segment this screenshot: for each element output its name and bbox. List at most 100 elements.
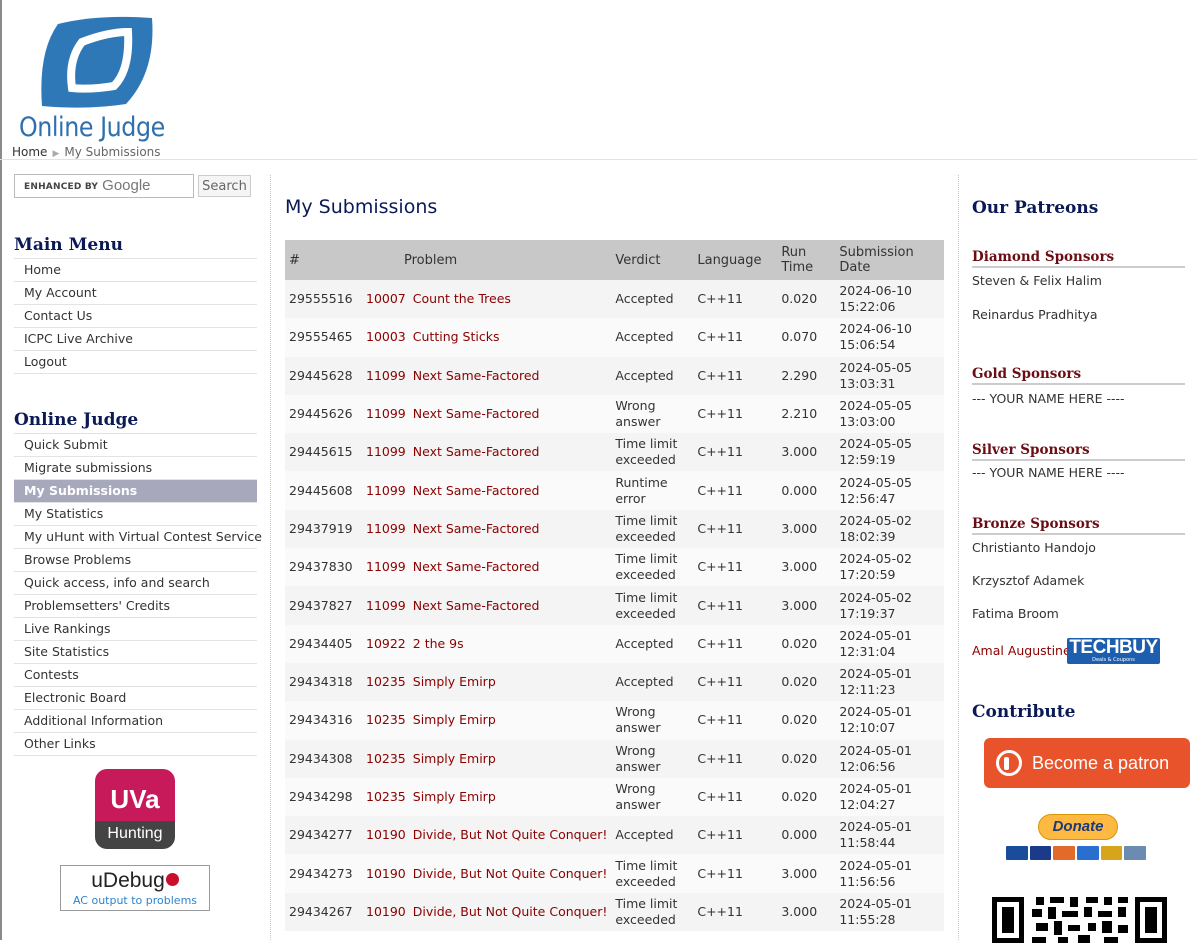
- submission-date: 2024-06-10 15:22:06: [835, 280, 944, 319]
- problem-name[interactable]: Simply Emirp: [413, 674, 496, 689]
- search-button[interactable]: Search: [198, 175, 251, 197]
- menu-item-electronic-board[interactable]: Electronic Board: [14, 687, 257, 710]
- problem-link[interactable]: 10007 Count the Trees: [362, 280, 612, 319]
- search-input[interactable]: ENHANCED BY Google: [14, 174, 194, 198]
- problem-name[interactable]: Divide, But Not Quite Conquer!: [413, 827, 608, 842]
- submission-date: 2024-05-05 13:03:31: [835, 356, 944, 395]
- problem-id[interactable]: 10235: [366, 789, 406, 804]
- menu-item-my-statistics[interactable]: My Statistics: [14, 503, 257, 526]
- submission-date-time: 12:10:07: [839, 720, 896, 736]
- problem-id[interactable]: 10235: [366, 751, 406, 766]
- problem-name[interactable]: Simply Emirp: [413, 789, 496, 804]
- problem-id[interactable]: 10003: [366, 329, 406, 344]
- problem-link[interactable]: 10003 Cutting Sticks: [362, 318, 612, 357]
- problem-link[interactable]: 10235 Simply Emirp: [362, 701, 612, 740]
- menu-item-logout[interactable]: Logout: [14, 351, 257, 374]
- problem-link[interactable]: 11099 Next Same-Factored: [362, 356, 612, 395]
- problem-link[interactable]: 10922 2 the 9s: [362, 624, 612, 663]
- submission-date: 2024-05-01 12:10:07: [835, 701, 944, 740]
- become-patron-button[interactable]: Become a patron: [984, 738, 1190, 788]
- problem-name[interactable]: Divide, But Not Quite Conquer!: [413, 866, 608, 881]
- problem-name[interactable]: Simply Emirp: [413, 712, 496, 727]
- problem-link[interactable]: 10235 Simply Emirp: [362, 662, 612, 702]
- table-header-row: # Problem Verdict Language Run Time Subm…: [285, 240, 944, 280]
- problem-id[interactable]: 10007: [366, 291, 406, 306]
- problem-name[interactable]: Simply Emirp: [413, 751, 496, 766]
- menu-item-icpc-live-archive[interactable]: ICPC Live Archive: [14, 328, 257, 351]
- menu-item-live-rankings[interactable]: Live Rankings: [14, 618, 257, 641]
- problem-id[interactable]: 10235: [366, 712, 406, 727]
- table-row: 29434316 10235 Simply Emirp Wrong answer C++…: [285, 701, 944, 740]
- problem-link[interactable]: 11099 Next Same-Factored: [362, 586, 612, 625]
- problem-name[interactable]: Count the Trees: [413, 291, 511, 306]
- menu-item-other-links[interactable]: Other Links: [14, 733, 257, 756]
- problem-name[interactable]: Next Same-Factored: [413, 483, 540, 498]
- submission-date-time: 11:55:28: [839, 911, 896, 927]
- online-judge-logo-icon[interactable]: [38, 12, 158, 112]
- menu-item-my-submissions[interactable]: My Submissions: [14, 480, 257, 503]
- problem-id[interactable]: 11099: [366, 406, 406, 421]
- problem-name[interactable]: 2 the 9s: [413, 636, 464, 651]
- problem-name[interactable]: Next Same-Factored: [413, 444, 540, 459]
- problem-id[interactable]: 10190: [366, 904, 406, 919]
- problem-id[interactable]: 11099: [366, 444, 406, 459]
- problem-id[interactable]: 10235: [366, 674, 406, 689]
- menu-item-my-uhunt-with-virtual-contest-service[interactable]: My uHunt with Virtual Contest Service: [14, 526, 262, 549]
- problem-name[interactable]: Cutting Sticks: [413, 329, 500, 344]
- menu-item-home[interactable]: Home: [14, 259, 257, 282]
- problem-name[interactable]: Divide, But Not Quite Conquer!: [413, 904, 608, 919]
- verdict: Accepted: [611, 662, 694, 702]
- submission-date: 2024-05-02 18:02:39: [835, 509, 944, 549]
- menu-item-contact-us[interactable]: Contact Us: [14, 305, 257, 328]
- problem-id[interactable]: 11099: [366, 559, 406, 574]
- problem-link[interactable]: 11099 Next Same-Factored: [362, 394, 612, 434]
- menu-item-problemsetters-credits[interactable]: Problemsetters' Credits: [14, 595, 257, 618]
- submission-date: 2024-05-01 12:06:56: [835, 739, 944, 778]
- problem-id[interactable]: 10190: [366, 827, 406, 842]
- menu-item-additional-information[interactable]: Additional Information: [14, 710, 257, 733]
- problem-link[interactable]: 11099 Next Same-Factored: [362, 509, 612, 549]
- problem-name[interactable]: Next Same-Factored: [413, 406, 540, 421]
- menu-item-my-account[interactable]: My Account: [14, 282, 257, 305]
- language: C++11: [693, 548, 778, 587]
- udebug-badge[interactable]: uDebug AC output to problems: [60, 865, 210, 911]
- submission-date-time: 12:04:27: [839, 797, 896, 812]
- breadcrumb-separator-icon: ▶: [52, 149, 60, 159]
- problem-link[interactable]: 10190 Divide, But Not Quite Conquer!: [362, 816, 612, 855]
- problem-name[interactable]: Next Same-Factored: [413, 368, 540, 383]
- submission-date-time: 13:03:00: [839, 414, 896, 430]
- verdict: Time limit exceeded: [611, 548, 694, 587]
- problem-name[interactable]: Next Same-Factored: [413, 521, 540, 536]
- menu-item-browse-problems[interactable]: Browse Problems: [14, 549, 257, 572]
- menu-item-quick-submit[interactable]: Quick Submit: [14, 434, 257, 457]
- verdict: Time limit exceeded: [611, 586, 694, 625]
- menu-item-migrate-submissions[interactable]: Migrate submissions: [14, 457, 257, 480]
- techbuy-logo[interactable]: TECHBUY Deals & Coupons: [1067, 638, 1160, 664]
- problem-name[interactable]: Next Same-Factored: [413, 559, 540, 574]
- problem-id[interactable]: 10190: [366, 866, 406, 881]
- problem-id[interactable]: 11099: [366, 521, 406, 536]
- problem-link[interactable]: 11099 Next Same-Factored: [362, 548, 612, 587]
- submission-date: 2024-05-01 11:58:44: [835, 816, 944, 855]
- menu-item-quick-access-info-and-search[interactable]: Quick access, info and search: [14, 572, 257, 595]
- problem-link[interactable]: 10190 Divide, But Not Quite Conquer!: [362, 854, 612, 893]
- problem-name[interactable]: Next Same-Factored: [413, 598, 540, 613]
- problem-id[interactable]: 10922: [366, 636, 406, 651]
- problem-id[interactable]: 11099: [366, 598, 406, 613]
- paypal-donate-button[interactable]: Donate: [1038, 814, 1118, 840]
- problem-link[interactable]: 11099 Next Same-Factored: [362, 433, 612, 472]
- menu-item-site-statistics[interactable]: Site Statistics: [14, 641, 257, 664]
- problem-id[interactable]: 11099: [366, 368, 406, 383]
- problem-link[interactable]: 10235 Simply Emirp: [362, 739, 612, 778]
- bronze-sponsor-name: Christianto Handojo: [972, 540, 1096, 555]
- bronze-sponsor-link[interactable]: Amal Augustine: [972, 643, 1071, 658]
- problem-link[interactable]: 11099 Next Same-Factored: [362, 471, 612, 510]
- problem-link[interactable]: 10235 Simply Emirp: [362, 777, 612, 817]
- uva-hunting-badge[interactable]: UVa Hunting: [95, 769, 175, 849]
- submission-date: 2024-05-05 12:59:19: [835, 433, 944, 472]
- logo-text[interactable]: Online Judge: [19, 112, 165, 143]
- problem-id[interactable]: 11099: [366, 483, 406, 498]
- problem-link[interactable]: 10190 Divide, But Not Quite Conquer!: [362, 892, 612, 932]
- menu-item-contests[interactable]: Contests: [14, 664, 257, 687]
- breadcrumb-home[interactable]: Home: [12, 145, 47, 159]
